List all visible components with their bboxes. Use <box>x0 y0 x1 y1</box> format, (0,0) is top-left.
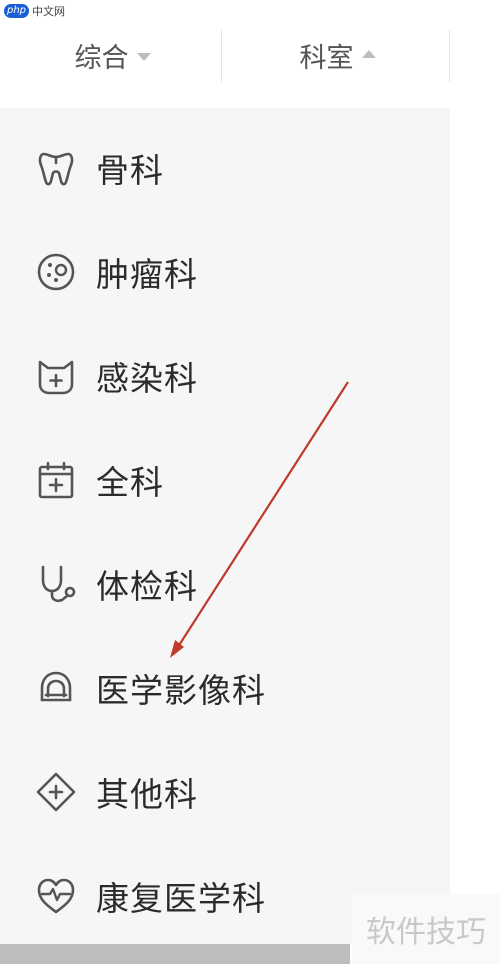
cell-icon <box>37 253 75 291</box>
filter-tabs: 综合 科室 <box>0 22 450 88</box>
department-item-general-practice[interactable]: 全科 <box>0 428 450 532</box>
department-label: 康复医学科 <box>96 879 266 918</box>
diamond-plus-icon <box>36 772 76 812</box>
department-item-oncology[interactable]: 肿瘤科 <box>0 220 450 324</box>
virus-icon <box>38 360 74 395</box>
department-label: 感染科 <box>96 359 198 398</box>
department-label: 医学影像科 <box>96 671 266 710</box>
department-item-other[interactable]: 其他科 <box>0 740 450 844</box>
department-item-physical-exam[interactable]: 体检科 <box>0 532 450 636</box>
department-item-orthopedics[interactable]: 骨科 <box>0 116 450 220</box>
tooth-icon <box>38 152 74 186</box>
right-background <box>450 108 500 964</box>
department-list: 骨科 肿瘤科 感染科 全科 体检科 医学影像科 其他科 康复医学科 <box>0 108 450 944</box>
department-label: 骨科 <box>96 151 164 190</box>
tab-divider <box>221 30 222 82</box>
department-item-infectious-disease[interactable]: 感染科 <box>0 324 450 428</box>
calendar-plus-icon <box>38 461 74 499</box>
php-logo: php <box>4 4 30 18</box>
bottom-bar <box>0 944 350 964</box>
mri-scanner-icon <box>40 671 72 702</box>
department-item-medical-imaging[interactable]: 医学影像科 <box>0 636 450 740</box>
site-name: 中文网 <box>32 5 66 18</box>
tab-comprehensive[interactable]: 综合 <box>0 22 225 88</box>
department-label: 肿瘤科 <box>96 255 198 294</box>
tab-label: 综合 <box>74 42 129 74</box>
department-label: 体检科 <box>96 567 198 606</box>
site-watermark: php 中文网 <box>4 2 65 20</box>
caret-down-icon <box>136 52 151 61</box>
caret-up-icon <box>361 49 376 58</box>
bottom-watermark: 软件技巧 <box>352 894 500 964</box>
tab-label: 科室 <box>299 42 354 74</box>
department-label: 全科 <box>96 463 164 502</box>
heart-pulse-icon <box>37 878 75 914</box>
department-label: 其他科 <box>96 775 198 814</box>
tab-department[interactable]: 科室 <box>225 22 450 88</box>
tab-divider <box>449 30 450 82</box>
stethoscope-icon <box>41 565 76 603</box>
